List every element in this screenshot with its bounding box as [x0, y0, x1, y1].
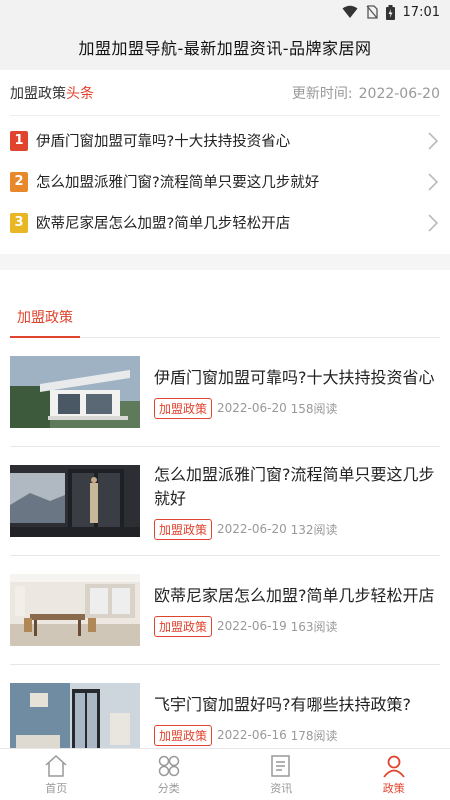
nav-item-policy[interactable]: 政策: [338, 749, 450, 800]
status-time: 17:01: [402, 4, 440, 20]
category-icon: [158, 755, 179, 776]
wifi-icon: [342, 5, 358, 18]
update-date: 2022-06-20: [358, 85, 440, 102]
tab-policy[interactable]: 加盟政策: [10, 298, 80, 338]
chevron-right-icon: [428, 131, 439, 150]
nav-label: 资讯: [270, 781, 293, 795]
update-time: 更新时间: 2022-06-20: [292, 83, 440, 103]
headline-title-main: 加盟政策: [10, 85, 66, 102]
home-icon: [45, 754, 67, 777]
section-divider: [0, 254, 450, 270]
headline-item[interactable]: 3 欧蒂尼家居怎么加盟?简单几步轻松开店: [10, 202, 440, 243]
article-meta: 加盟政策 2022-06-19 163阅读: [154, 615, 440, 637]
chevron-right-icon: [428, 172, 439, 191]
article-item[interactable]: 伊盾门窗加盟可靠吗?十大扶持投资省心 加盟政策 2022-06-20 158阅读: [10, 338, 440, 447]
headline-header: 加盟政策头条 更新时间: 2022-06-20: [10, 70, 440, 116]
article-title: 飞宇门窗加盟好吗?有哪些扶持政策?: [154, 694, 411, 714]
article-reads: 178阅读: [290, 728, 338, 743]
article-thumbnail-kitchen: [10, 574, 140, 646]
page-title: 加盟加盟导航-最新加盟资讯-品牌家居网: [78, 39, 372, 58]
article-title: 怎么加盟派雅门窗?流程简单只要这几步就好: [154, 464, 435, 508]
rank-badge: 1: [10, 130, 28, 151]
nav-item-category[interactable]: 分类: [113, 749, 226, 800]
article-meta: 加盟政策 2022-06-20 132阅读: [154, 518, 440, 540]
battery-icon: [385, 4, 395, 20]
article-reads: 132阅读: [290, 522, 338, 537]
rank-badge: 2: [10, 171, 28, 192]
article-tag: 加盟政策: [154, 724, 213, 746]
article-date: 2022-06-16: [217, 728, 287, 742]
headline-title: 加盟政策头条: [10, 83, 94, 103]
headline-text: 欧蒂尼家居怎么加盟?简单几步轻松开店: [36, 216, 291, 232]
nav-label: 政策: [382, 781, 405, 795]
article-title: 伊盾门窗加盟可靠吗?十大扶持投资省心: [154, 367, 435, 387]
article-thumbnail-modern-house: [10, 356, 140, 428]
status-bar: 17:01: [0, 0, 450, 24]
headline-title-accent: 头条: [66, 85, 94, 102]
rank-badge: 3: [10, 212, 28, 233]
article-tag: 加盟政策: [154, 615, 213, 637]
headline-text: 伊盾门窗加盟可靠吗?十大扶持投资省心: [36, 134, 291, 150]
article-date: 2022-06-20: [217, 401, 287, 415]
nav-item-news[interactable]: 资讯: [225, 749, 338, 800]
article-thumbnail-door-window: [10, 465, 140, 537]
headline-item[interactable]: 2 怎么加盟派雅门窗?流程简单只要这几步就好: [10, 161, 440, 202]
app-title-bar: 加盟加盟导航-最新加盟资讯-品牌家居网: [0, 24, 450, 70]
article-tag: 加盟政策: [154, 518, 213, 540]
article-meta: 加盟政策 2022-06-20 158阅读: [154, 397, 440, 419]
nav-item-home[interactable]: 首页: [0, 749, 113, 800]
bottom-nav: 首页 分类 资讯 政策: [0, 748, 450, 800]
nav-label: 首页: [45, 781, 68, 795]
article-thumbnail-door-interior: [10, 683, 140, 755]
no-sim-icon: [366, 5, 378, 19]
article-tag: 加盟政策: [154, 397, 213, 419]
article-meta: 加盟政策 2022-06-16 178阅读: [154, 724, 440, 746]
headline-item[interactable]: 1 伊盾门窗加盟可靠吗?十大扶持投资省心: [10, 120, 440, 161]
news-icon: [271, 754, 290, 777]
headline-text: 怎么加盟派雅门窗?流程简单只要这几步就好: [36, 175, 320, 191]
user-icon: [383, 755, 405, 778]
article-item[interactable]: 怎么加盟派雅门窗?流程简单只要这几步就好 加盟政策 2022-06-20 132…: [10, 447, 440, 556]
article-title: 欧蒂尼家居怎么加盟?简单几步轻松开店: [154, 585, 435, 605]
nav-label: 分类: [157, 781, 180, 795]
article-date: 2022-06-20: [217, 522, 287, 536]
chevron-right-icon: [428, 213, 439, 232]
policy-tabs: 加盟政策: [10, 270, 440, 338]
article-reads: 158阅读: [290, 401, 338, 416]
article-date: 2022-06-19: [217, 619, 287, 633]
article-list: 伊盾门窗加盟可靠吗?十大扶持投资省心 加盟政策 2022-06-20 158阅读…: [0, 338, 450, 774]
article-item[interactable]: 欧蒂尼家居怎么加盟?简单几步轻松开店 加盟政策 2022-06-19 163阅读: [10, 556, 440, 665]
update-label: 更新时间:: [291, 85, 353, 102]
article-reads: 163阅读: [290, 619, 338, 634]
headline-section: 加盟政策头条 更新时间: 2022-06-20 1 伊盾门窗加盟可靠吗?十大扶持投…: [0, 70, 450, 243]
